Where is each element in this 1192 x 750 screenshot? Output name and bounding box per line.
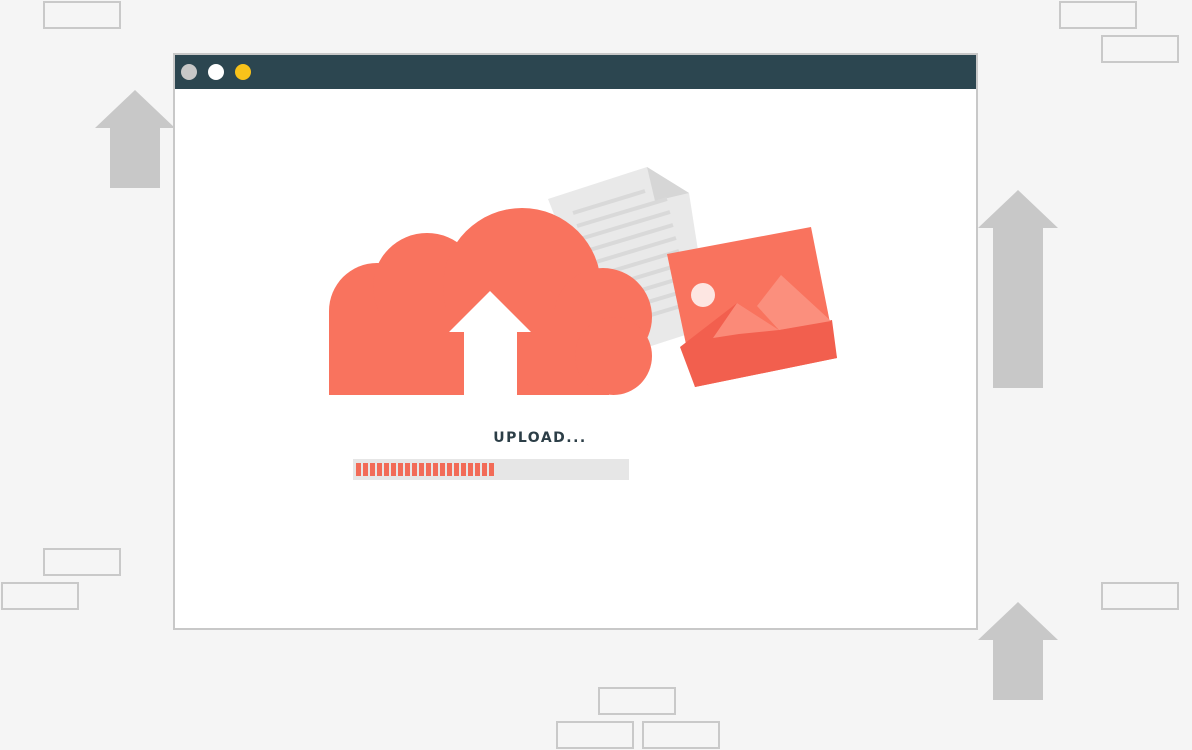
progress-segment xyxy=(489,463,494,476)
up-arrow-icon xyxy=(95,90,175,188)
decor-brick xyxy=(1101,582,1179,610)
up-arrow-icon xyxy=(978,602,1058,700)
up-arrow-icon xyxy=(978,190,1058,388)
browser-window: UPLOAD... xyxy=(173,53,978,630)
progress-segment xyxy=(363,463,368,476)
decor-brick xyxy=(1101,35,1179,63)
progress-segment xyxy=(433,463,438,476)
progress-segment xyxy=(398,463,403,476)
decor-brick xyxy=(642,721,720,749)
decor-brick xyxy=(1,582,79,610)
progress-segment xyxy=(405,463,410,476)
decor-brick xyxy=(556,721,634,749)
decor-brick xyxy=(43,1,121,29)
progress-segment xyxy=(475,463,480,476)
upload-progress-fill xyxy=(356,463,496,476)
progress-segment xyxy=(356,463,361,476)
progress-segment xyxy=(426,463,431,476)
progress-segment xyxy=(447,463,452,476)
upload-status-text: UPLOAD... xyxy=(493,430,587,446)
upload-artwork xyxy=(329,167,837,395)
decor-brick xyxy=(43,548,121,576)
progress-segment xyxy=(454,463,459,476)
progress-segment xyxy=(482,463,487,476)
upload-progress-bar xyxy=(353,459,629,480)
progress-segment xyxy=(384,463,389,476)
progress-segment xyxy=(370,463,375,476)
upload-illustration-scene: UPLOAD... xyxy=(0,0,1192,750)
progress-segment xyxy=(412,463,417,476)
progress-segment xyxy=(419,463,424,476)
progress-segment xyxy=(468,463,473,476)
image-icon xyxy=(667,227,837,387)
progress-segment xyxy=(377,463,382,476)
progress-segment xyxy=(391,463,396,476)
decor-brick xyxy=(598,687,676,715)
progress-segment xyxy=(440,463,445,476)
decor-brick xyxy=(1059,1,1137,29)
progress-segment xyxy=(461,463,466,476)
